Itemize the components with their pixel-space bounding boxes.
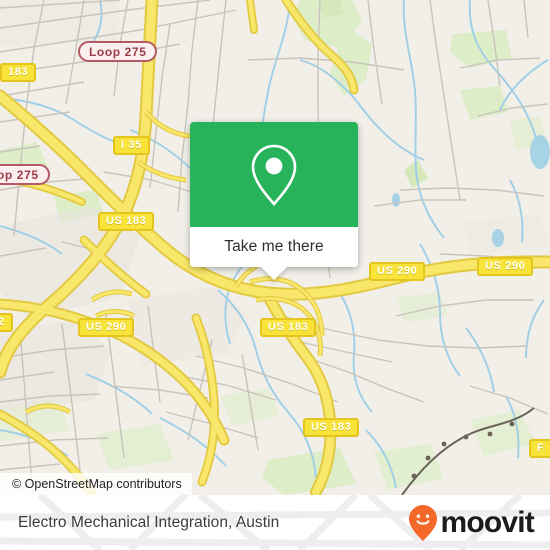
moovit-pin-smiley-icon bbox=[409, 504, 438, 541]
road-shield: op 275 bbox=[0, 164, 50, 185]
osm-attribution[interactable]: © OpenStreetMap contributors bbox=[0, 473, 192, 495]
road-shield: 2 bbox=[0, 313, 13, 332]
moovit-wordmark: moovit bbox=[440, 505, 534, 539]
road-shield: US 290 bbox=[477, 257, 534, 276]
page-title: Electro Mechanical Integration, Austin bbox=[18, 513, 280, 531]
road-shield: Loop 275 bbox=[78, 41, 158, 62]
map-pin-icon bbox=[251, 144, 297, 206]
road-shield: 183 bbox=[0, 63, 37, 82]
road-shield: US 290 bbox=[369, 262, 426, 281]
road-shield: US 183 bbox=[303, 418, 360, 437]
footer-bar: Electro Mechanical Integration, Austin m… bbox=[0, 495, 550, 550]
location-popup-card[interactable]: Take me there bbox=[190, 122, 358, 280]
road-shield: I 35 bbox=[113, 136, 150, 155]
road-shield: US 290 bbox=[78, 318, 135, 337]
road-shield: F bbox=[529, 439, 550, 458]
popup-action-area[interactable]: Take me there bbox=[190, 227, 358, 280]
road-shield: US 183 bbox=[98, 212, 155, 231]
popup-pointer-tail bbox=[261, 267, 287, 280]
take-me-there-label: Take me there bbox=[224, 238, 324, 255]
popup-image-area bbox=[190, 122, 358, 227]
moovit-logo[interactable]: moovit bbox=[408, 504, 535, 542]
map-screenshot: 183 Loop 275 I 35 op 275 US 183 US 290 US 290 2… bbox=[0, 0, 550, 550]
road-shield: US 183 bbox=[260, 318, 317, 337]
